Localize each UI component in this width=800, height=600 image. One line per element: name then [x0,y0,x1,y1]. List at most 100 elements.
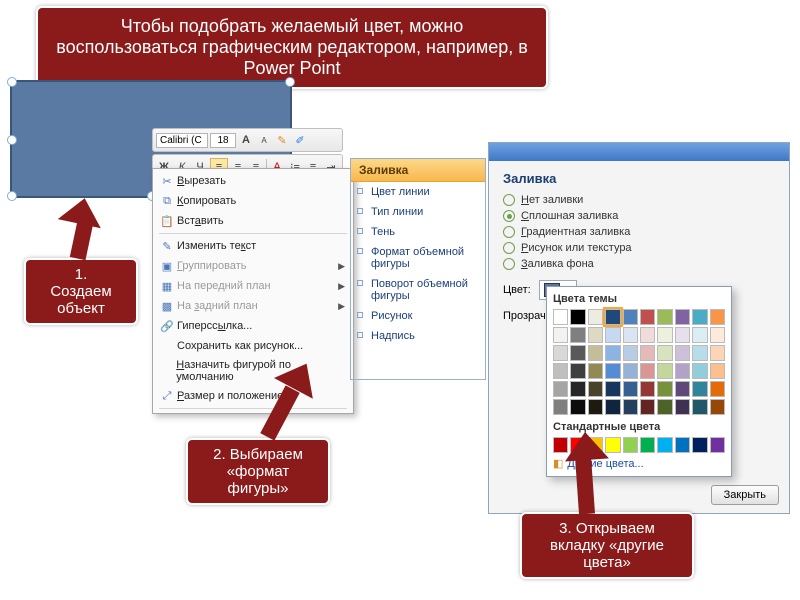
radio-no-fill[interactable]: Нет заливки [503,194,775,206]
color-swatch[interactable] [605,381,620,397]
color-swatch[interactable] [605,399,620,415]
color-swatch[interactable] [570,399,585,415]
panel-header-fill[interactable]: Заливка [351,159,485,182]
color-swatch[interactable] [640,399,655,415]
color-swatch[interactable] [675,381,690,397]
color-swatch[interactable] [588,399,603,415]
color-swatch[interactable] [588,327,603,343]
color-swatch[interactable] [710,327,725,343]
color-swatch[interactable] [710,381,725,397]
panel-item-caption[interactable]: Надпись [351,326,485,346]
color-swatch[interactable] [675,345,690,361]
color-swatch[interactable] [675,327,690,343]
color-swatch[interactable] [657,381,672,397]
resize-handle[interactable] [7,191,17,201]
color-swatch[interactable] [710,363,725,379]
panel-item-line-type[interactable]: Тип линии [351,202,485,222]
color-swatch[interactable] [657,363,672,379]
color-swatch[interactable] [692,327,707,343]
ctx-set-default[interactable]: Назначить фигурой по умолчанию [153,356,353,386]
color-swatch[interactable] [623,345,638,361]
color-swatch[interactable] [623,437,638,453]
color-swatch[interactable] [675,363,690,379]
close-button[interactable]: Закрыть [711,485,779,505]
color-swatch[interactable] [605,327,620,343]
color-swatch[interactable] [570,309,585,325]
color-swatch[interactable] [640,345,655,361]
resize-handle[interactable] [7,135,17,145]
color-swatch[interactable] [640,437,655,453]
color-swatch[interactable] [710,399,725,415]
font-name-field[interactable]: Calibri (С [156,133,208,148]
resize-handle[interactable] [7,77,17,87]
panel-item-picture[interactable]: Рисунок [351,306,485,326]
color-swatch[interactable] [710,437,725,453]
color-swatch[interactable] [570,381,585,397]
panel-item-3d-format[interactable]: Формат объемной фигуры [351,242,485,274]
ctx-cut[interactable]: ✂Вырезать [153,171,353,191]
format-painter-icon[interactable]: ✎ [274,132,290,148]
shrink-font-icon[interactable]: A [256,132,272,148]
color-swatch[interactable] [553,345,568,361]
dialog-titlebar[interactable] [489,143,789,161]
color-swatch[interactable] [570,327,585,343]
color-swatch[interactable] [657,399,672,415]
ctx-paste[interactable]: 📋Вставить [153,211,353,231]
color-swatch[interactable] [623,399,638,415]
color-swatch[interactable] [605,363,620,379]
radio-background-fill[interactable]: Заливка фона [503,258,775,270]
color-swatch[interactable] [692,345,707,361]
paintbrush-icon[interactable]: ✐ [292,132,308,148]
color-swatch[interactable] [657,327,672,343]
resize-handle[interactable] [285,77,295,87]
ctx-size-position[interactable]: ⤢Размер и положение... [153,386,353,406]
radio-label: Градиентная заливка [521,226,630,238]
color-swatch[interactable] [640,327,655,343]
color-swatch[interactable] [623,327,638,343]
color-swatch[interactable] [553,327,568,343]
color-swatch[interactable] [657,309,672,325]
color-swatch[interactable] [553,309,568,325]
font-size-field[interactable]: 18 [210,133,236,148]
color-swatch[interactable] [588,363,603,379]
panel-item-shadow[interactable]: Тень [351,222,485,242]
ctx-copy[interactable]: ⧉Копировать [153,191,353,211]
color-swatch[interactable] [588,381,603,397]
color-swatch[interactable] [692,437,707,453]
color-swatch[interactable] [675,309,690,325]
color-swatch[interactable] [692,399,707,415]
color-swatch[interactable] [605,345,620,361]
color-swatch[interactable] [623,381,638,397]
color-swatch[interactable] [710,309,725,325]
color-swatch[interactable] [553,381,568,397]
color-swatch[interactable] [692,363,707,379]
color-swatch[interactable] [553,399,568,415]
color-swatch[interactable] [623,363,638,379]
color-swatch[interactable] [570,345,585,361]
ctx-edit-text[interactable]: ✎Изменить текст [153,236,353,256]
radio-gradient-fill[interactable]: Градиентная заливка [503,226,775,238]
color-swatch[interactable] [588,309,603,325]
color-swatch[interactable] [640,363,655,379]
color-swatch[interactable] [553,363,568,379]
color-swatch[interactable] [623,309,638,325]
color-swatch[interactable] [675,399,690,415]
radio-picture-fill[interactable]: Рисунок или текстура [503,242,775,254]
ctx-hyperlink[interactable]: 🔗Гиперссылка... [153,316,353,336]
panel-item-line-color[interactable]: Цвет линии [351,182,485,202]
color-swatch[interactable] [640,381,655,397]
color-swatch[interactable] [657,437,672,453]
color-swatch[interactable] [675,437,690,453]
color-swatch[interactable] [588,345,603,361]
panel-item-3d-rotation[interactable]: Поворот объемной фигуры [351,274,485,306]
color-swatch[interactable] [570,363,585,379]
radio-solid-fill[interactable]: Сплошная заливка [503,210,775,222]
color-swatch[interactable] [692,381,707,397]
color-swatch-selected[interactable] [605,309,620,325]
color-swatch[interactable] [657,345,672,361]
color-swatch[interactable] [692,309,707,325]
ctx-save-as-picture[interactable]: Сохранить как рисунок... [153,336,353,356]
grow-font-icon[interactable]: A [238,132,254,148]
color-swatch[interactable] [640,309,655,325]
color-swatch[interactable] [710,345,725,361]
